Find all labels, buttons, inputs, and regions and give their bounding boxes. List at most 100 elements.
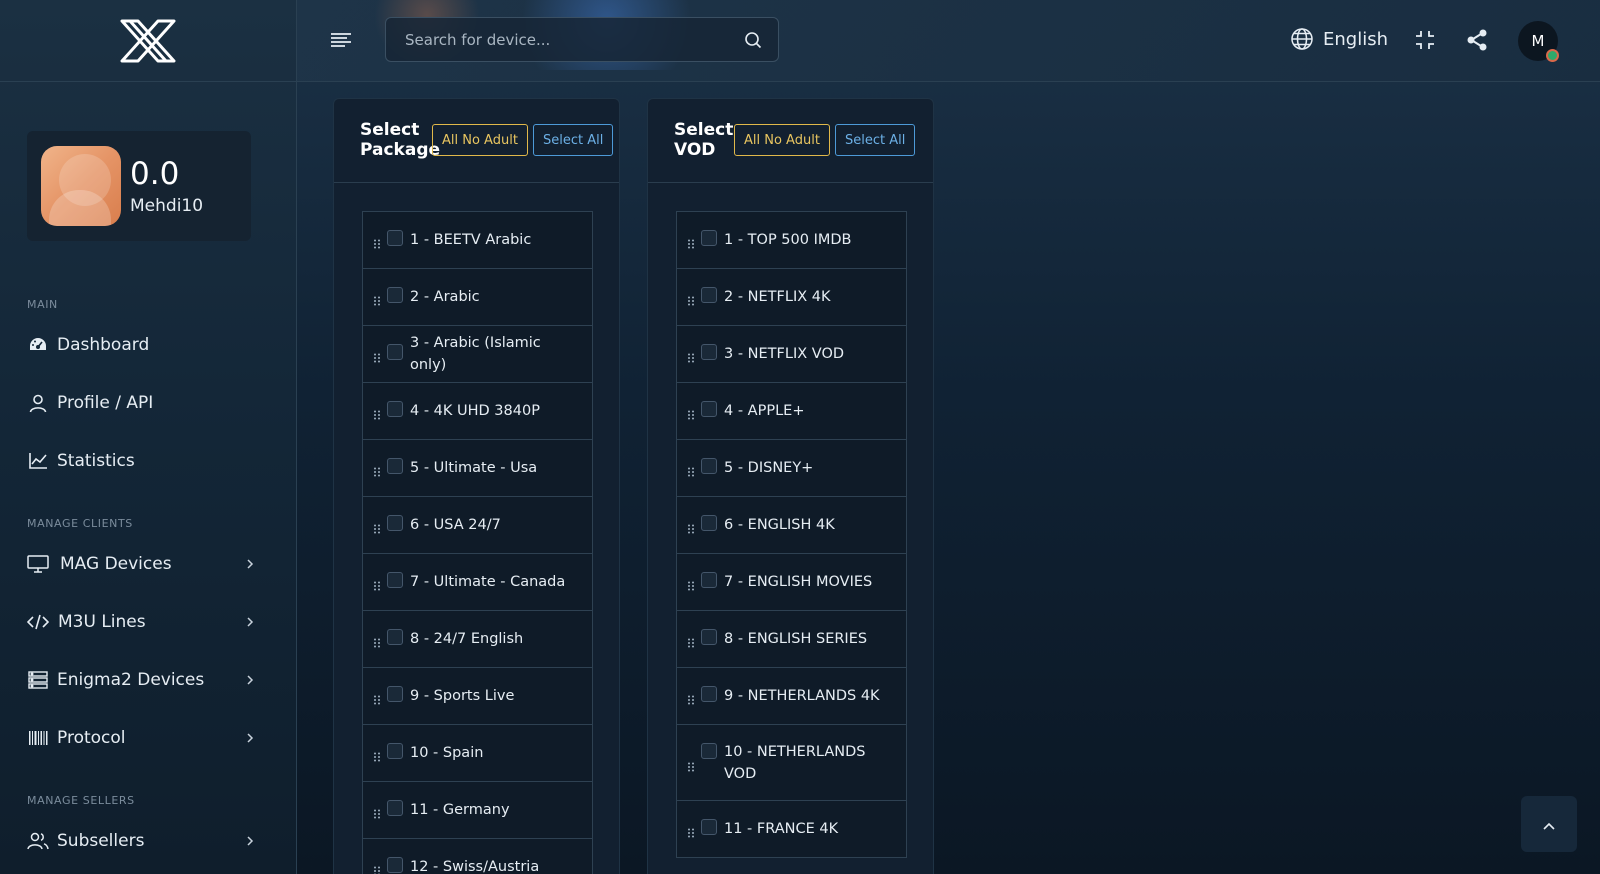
item-checkbox[interactable] xyxy=(701,819,717,835)
nav-dashboard[interactable]: Dashboard xyxy=(27,330,267,360)
nav-profile-api-label: Profile / API xyxy=(57,393,154,413)
list-item[interactable]: 3 - Arabic (Islamic only) xyxy=(363,326,592,383)
drag-handle-icon[interactable] xyxy=(373,349,381,363)
nav-subsellers[interactable]: Subsellers xyxy=(27,826,267,856)
nav-statistics[interactable]: Statistics xyxy=(27,446,267,476)
drag-handle-icon[interactable] xyxy=(687,824,695,838)
drag-handle-icon[interactable] xyxy=(373,292,381,306)
item-checkbox[interactable] xyxy=(701,458,717,474)
list-item[interactable]: 12 - Swiss/Austria xyxy=(363,839,592,874)
search-input[interactable] xyxy=(405,30,735,49)
section-main: MAIN xyxy=(27,298,58,311)
online-status-badge xyxy=(1546,49,1559,62)
drag-handle-icon[interactable] xyxy=(373,406,381,420)
drag-handle-icon[interactable] xyxy=(687,349,695,363)
item-label: 11 - Germany xyxy=(410,802,510,818)
language-selector[interactable]: English xyxy=(1290,27,1388,51)
drag-handle-icon[interactable] xyxy=(373,634,381,648)
drag-handle-icon[interactable] xyxy=(373,805,381,819)
item-checkbox[interactable] xyxy=(701,629,717,645)
item-checkbox[interactable] xyxy=(387,287,403,303)
nav-protocol[interactable]: Protocol xyxy=(27,723,267,753)
package-select-all-button[interactable]: Select All xyxy=(533,124,614,156)
list-item[interactable]: 11 - Germany xyxy=(363,782,592,839)
item-checkbox[interactable] xyxy=(387,686,403,702)
vod-all-no-adult-button[interactable]: All No Adult xyxy=(734,124,830,156)
item-label: 2 - NETFLIX 4K xyxy=(724,289,831,305)
drag-handle-icon[interactable] xyxy=(373,577,381,591)
item-checkbox[interactable] xyxy=(387,230,403,246)
nav-mag-devices[interactable]: MAG Devices xyxy=(27,549,267,579)
nav-m3u-lines[interactable]: M3U Lines xyxy=(27,607,267,637)
list-item[interactable]: 9 - Sports Live xyxy=(363,668,592,725)
list-item[interactable]: 9 - NETHERLANDS 4K xyxy=(677,668,906,725)
package-panel-title: Select Package xyxy=(360,120,441,160)
monitor-icon xyxy=(27,553,49,575)
drag-handle-icon[interactable] xyxy=(687,577,695,591)
item-checkbox[interactable] xyxy=(701,572,717,588)
item-checkbox[interactable] xyxy=(387,458,403,474)
menu-toggle-icon[interactable] xyxy=(330,29,352,51)
drag-handle-icon[interactable] xyxy=(373,520,381,534)
item-checkbox[interactable] xyxy=(387,800,403,816)
item-checkbox[interactable] xyxy=(701,344,717,360)
item-checkbox[interactable] xyxy=(701,401,717,417)
item-checkbox[interactable] xyxy=(701,686,717,702)
item-checkbox[interactable] xyxy=(701,515,717,531)
item-checkbox[interactable] xyxy=(387,515,403,531)
drag-handle-icon[interactable] xyxy=(373,235,381,249)
drag-handle-icon[interactable] xyxy=(687,634,695,648)
list-item[interactable]: 5 - Ultimate - Usa xyxy=(363,440,592,497)
drag-handle-icon[interactable] xyxy=(373,463,381,477)
item-checkbox[interactable] xyxy=(701,287,717,303)
item-checkbox[interactable] xyxy=(387,401,403,417)
item-checkbox[interactable] xyxy=(387,344,403,360)
drag-handle-icon[interactable] xyxy=(687,406,695,420)
drag-handle-icon[interactable] xyxy=(373,862,381,874)
logo-icon[interactable] xyxy=(118,17,178,65)
item-checkbox[interactable] xyxy=(387,572,403,588)
list-item[interactable]: 7 - ENGLISH MOVIES xyxy=(677,554,906,611)
list-item[interactable]: 8 - ENGLISH SERIES xyxy=(677,611,906,668)
item-label: 10 - Spain xyxy=(410,745,484,761)
back-to-top-button[interactable] xyxy=(1521,796,1577,852)
nav-profile-api[interactable]: Profile / API xyxy=(27,388,267,418)
item-checkbox[interactable] xyxy=(387,743,403,759)
list-item[interactable]: 2 - Arabic xyxy=(363,269,592,326)
item-label: 2 - Arabic xyxy=(410,289,480,305)
drag-handle-icon[interactable] xyxy=(373,691,381,705)
list-item[interactable]: 3 - NETFLIX VOD xyxy=(677,326,906,383)
list-item[interactable]: 5 - DISNEY+ xyxy=(677,440,906,497)
list-item[interactable]: 1 - TOP 500 IMDB xyxy=(677,212,906,269)
list-item[interactable]: 6 - ENGLISH 4K xyxy=(677,497,906,554)
list-item[interactable]: 6 - USA 24/7 xyxy=(363,497,592,554)
drag-handle-icon[interactable] xyxy=(373,748,381,762)
nav-enigma2-devices[interactable]: Enigma2 Devices xyxy=(27,665,267,695)
vod-select-all-button[interactable]: Select All xyxy=(835,124,916,156)
exit-fullscreen-icon[interactable] xyxy=(1413,28,1437,52)
list-item[interactable]: 7 - Ultimate - Canada xyxy=(363,554,592,611)
drag-handle-icon[interactable] xyxy=(687,235,695,249)
item-checkbox[interactable] xyxy=(387,629,403,645)
list-item[interactable]: 2 - NETFLIX 4K xyxy=(677,269,906,326)
server-icon xyxy=(27,669,49,691)
item-checkbox[interactable] xyxy=(701,230,717,246)
item-checkbox[interactable] xyxy=(701,743,717,759)
list-item[interactable]: 11 - FRANCE 4K xyxy=(677,801,906,858)
list-item[interactable]: 10 - NETHERLANDS VOD xyxy=(677,725,906,801)
search-icon[interactable] xyxy=(744,31,762,49)
package-all-no-adult-button[interactable]: All No Adult xyxy=(432,124,528,156)
share-icon[interactable] xyxy=(1465,28,1489,52)
nav-subsellers-label: Subsellers xyxy=(57,831,145,851)
list-item[interactable]: 4 - APPLE+ xyxy=(677,383,906,440)
drag-handle-icon[interactable] xyxy=(687,757,695,771)
drag-handle-icon[interactable] xyxy=(687,520,695,534)
drag-handle-icon[interactable] xyxy=(687,691,695,705)
drag-handle-icon[interactable] xyxy=(687,463,695,477)
list-item[interactable]: 4 - 4K UHD 3840P xyxy=(363,383,592,440)
drag-handle-icon[interactable] xyxy=(687,292,695,306)
item-checkbox[interactable] xyxy=(387,857,403,873)
list-item[interactable]: 8 - 24/7 English xyxy=(363,611,592,668)
list-item[interactable]: 1 - BEETV Arabic xyxy=(363,212,592,269)
list-item[interactable]: 10 - Spain xyxy=(363,725,592,782)
